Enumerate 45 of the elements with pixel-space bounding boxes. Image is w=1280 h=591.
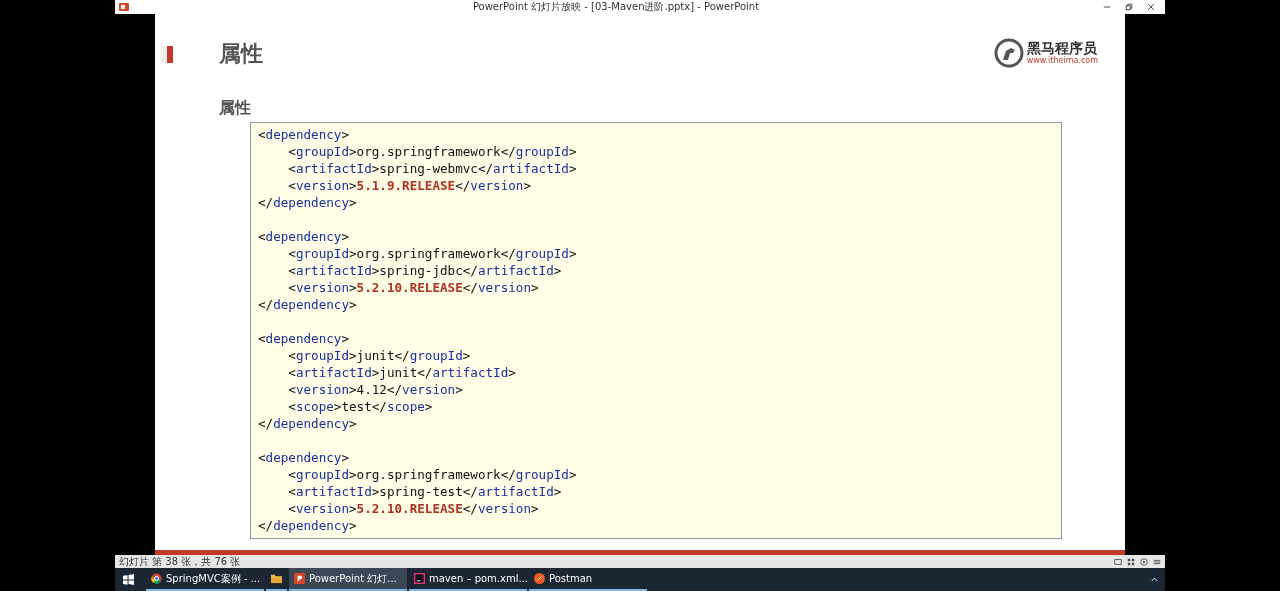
window-title: PowerPoint 幻灯片放映 - [03-Maven进阶.pptx] - PowerPoint	[471, 0, 761, 14]
code-line: <groupId>junit</groupId>	[287, 347, 471, 364]
code-line: <groupId>org.springframework</groupId>	[287, 143, 577, 160]
code-line: <artifactId>spring-jdbc</artifactId>	[287, 262, 562, 279]
menu-icon[interactable]	[1153, 557, 1161, 566]
code-line: <version>4.12</version>	[287, 381, 463, 398]
close-icon[interactable]	[1147, 3, 1155, 11]
code-line: <dependency>	[258, 330, 349, 347]
taskbar-item[interactable]: PowerPoint 幻灯...	[289, 568, 407, 591]
sorter-view-icon[interactable]	[1127, 557, 1135, 566]
ide-icon	[414, 573, 425, 584]
taskbar-item[interactable]: SpringMVC案例 - ...	[146, 568, 264, 591]
slideshow-icon[interactable]	[1140, 557, 1148, 566]
code-line: <scope>test</scope>	[287, 398, 433, 415]
logo-name: 黑马程序员	[1026, 40, 1097, 56]
chevron-up-icon[interactable]	[1150, 575, 1159, 584]
code-line: </dependency>	[258, 517, 357, 534]
code-line: <artifactId>junit</artifactId>	[287, 364, 516, 381]
logo-url: www.itheima.com	[1026, 55, 1098, 66]
code-line: <dependency>	[258, 126, 349, 143]
code-line: <artifactId>spring-webmvc</artifactId>	[287, 160, 577, 177]
slide-subtitle: 属性	[219, 98, 252, 119]
slide-title: 属性	[219, 40, 264, 68]
code-line: </dependency>	[258, 415, 357, 432]
code-line: <groupId>org.springframework</groupId>	[287, 466, 577, 483]
normal-view-icon[interactable]	[1114, 557, 1122, 566]
restore-icon[interactable]	[1125, 3, 1133, 11]
taskbar-item[interactable]: maven – pom.xml...	[409, 568, 527, 591]
code-line: </dependency>	[258, 296, 357, 313]
code-line: <version>5.1.9.RELEASE</version>	[287, 177, 531, 194]
folder-icon	[271, 573, 282, 584]
postman-icon	[534, 573, 545, 584]
taskbar-item[interactable]: Postman	[529, 568, 647, 591]
code-line: <dependency>	[258, 228, 349, 245]
code-line: <groupId>org.springframework</groupId>	[287, 245, 577, 262]
browser-icon	[151, 573, 162, 584]
code-line: <artifactId>spring-test</artifactId>	[287, 483, 562, 500]
code-line: <dependency>	[258, 449, 349, 466]
start-icon[interactable]	[123, 574, 134, 585]
slide-counter: 幻灯片 第 38 张，共 76 张	[119, 554, 241, 569]
code-line: </dependency>	[258, 194, 357, 211]
code-line: <version>5.2.10.RELEASE</version>	[287, 279, 539, 296]
powerpoint-icon	[119, 3, 129, 11]
powerpoint-icon	[294, 573, 305, 584]
code-line: <version>5.2.10.RELEASE</version>	[287, 500, 539, 517]
